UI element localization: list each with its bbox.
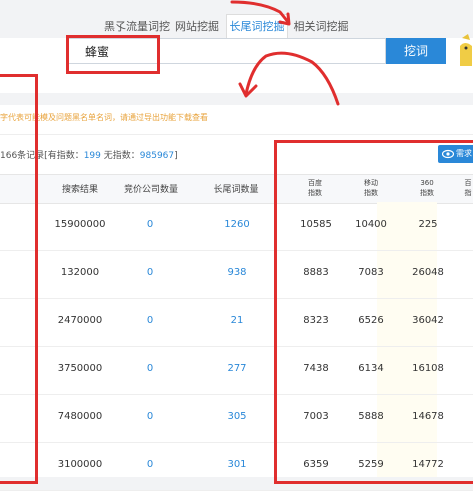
- annotation-arrows: [230, 0, 340, 106]
- arrow-tab: [230, 0, 290, 24]
- arrow-input: [244, 51, 340, 106]
